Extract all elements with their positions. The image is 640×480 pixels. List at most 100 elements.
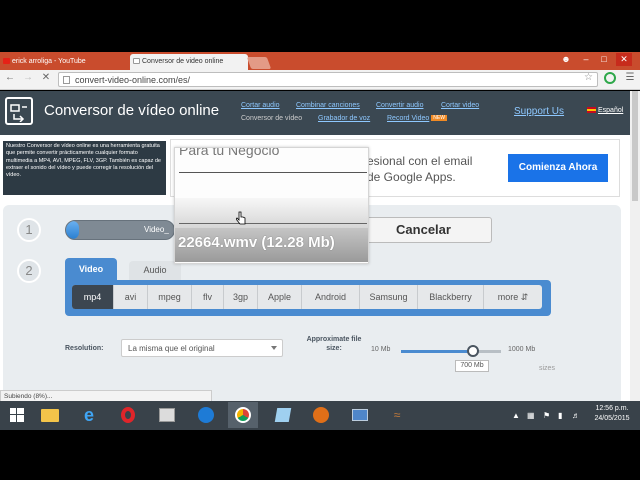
chevron-down-icon: [271, 346, 277, 350]
size-max-label: 1000 Mb: [508, 346, 536, 353]
nav-record-video[interactable]: Record Video NEW: [387, 115, 447, 122]
tab-label: Conversor de video online: [142, 58, 224, 65]
minimize-icon[interactable]: –: [578, 53, 594, 66]
uploaded-filename: 22664.wmv (12.28 Mb): [178, 234, 335, 251]
show-hidden-icons-icon[interactable]: ▲: [512, 411, 520, 420]
format-mp4[interactable]: mp4: [72, 285, 114, 309]
site-logo-icon[interactable]: [5, 97, 33, 125]
nav-convertir-audio[interactable]: Convertir audio: [376, 102, 423, 109]
chrome-icon[interactable]: [228, 402, 258, 428]
page-icon: [63, 76, 70, 84]
comienza-ahora-button[interactable]: Comienza Ahora: [508, 154, 608, 182]
tab-youtube[interactable]: erick arroliga - YouTube: [0, 54, 130, 70]
cancel-button[interactable]: Cancelar: [355, 217, 492, 243]
sizes-hint: sizes: [539, 365, 555, 372]
updown-icon: ⇵: [520, 292, 529, 302]
format-3gp[interactable]: 3gp: [224, 285, 258, 309]
clock-date: 24/05/2015: [594, 415, 630, 422]
site-header: Conversor de vídeo online Cortar audio C…: [0, 91, 630, 135]
new-badge: NEW: [431, 115, 447, 122]
popup-divider: [179, 172, 367, 173]
network-icon[interactable]: ▦: [527, 411, 535, 420]
mouse-cursor-icon: [236, 211, 246, 225]
youtube-icon: [3, 58, 10, 64]
menu-icon[interactable]: ☰: [624, 72, 636, 83]
taskbar-clock[interactable]: 12:56 p.m. 24/05/2015: [588, 404, 636, 424]
app-icon[interactable]: [152, 402, 182, 428]
teamviewer-icon[interactable]: [191, 402, 221, 428]
language-label: Español: [598, 107, 624, 114]
close-icon[interactable]: ✕: [616, 53, 632, 66]
site-description: Nuestro Conversor de vídeo online es una…: [3, 141, 166, 195]
address-bar[interactable]: convert-video-online.com/es/: [58, 72, 598, 87]
site-title: Conversor de vídeo online: [44, 102, 220, 119]
resolution-select[interactable]: La misma que el original: [121, 339, 283, 357]
back-icon[interactable]: ←: [4, 72, 16, 83]
filename-popup: Para tu Negocio 22664.wmv (12.28 Mb): [174, 147, 369, 264]
upload-progress-fill: [66, 221, 79, 239]
stop-icon[interactable]: ✕: [40, 72, 52, 83]
popup-ghost-text: Para tu Negocio: [179, 147, 280, 158]
format-android[interactable]: Android: [302, 285, 360, 309]
format-more[interactable]: more ⇵: [484, 285, 542, 309]
nav-cortar-video[interactable]: Cortar video: [441, 102, 479, 109]
tab-label: erick arroliga - YouTube: [12, 58, 86, 65]
nav-record-video-label: Record Video: [387, 115, 430, 122]
ad-line2: de Google Apps.: [367, 170, 456, 184]
format-more-label: more: [497, 292, 519, 302]
volume-icon[interactable]: ♬: [572, 411, 580, 420]
person-icon[interactable]: ☻: [558, 53, 574, 66]
size-min-label: 10 Mb: [371, 346, 391, 353]
popup-divider: [179, 223, 367, 224]
format-list: mp4 avi mpeg flv 3gp Apple Android Samsu…: [72, 285, 542, 309]
file-size-label: Approximate file size:: [306, 336, 362, 352]
file-explorer-icon[interactable]: [35, 402, 65, 428]
notepad-icon[interactable]: [268, 402, 298, 428]
nav-cortar-audio[interactable]: Cortar audio: [241, 102, 280, 109]
windows-start-icon[interactable]: [2, 402, 32, 428]
internet-explorer-icon[interactable]: e: [74, 402, 104, 428]
upload-progress-label: Video_: [144, 225, 169, 234]
address-url: convert-video-online.com/es/: [75, 75, 191, 85]
taskbar-app-icon[interactable]: ≈: [382, 402, 412, 428]
format-flv[interactable]: flv: [192, 285, 224, 309]
upload-progress-bar: Video_: [65, 220, 175, 240]
page-scrollbar[interactable]: [630, 91, 640, 401]
resolution-label: Resolution:: [65, 345, 104, 352]
nav-conversor-video[interactable]: Conversor de vídeo: [241, 115, 302, 122]
clock-time: 12:56 p.m.: [595, 405, 629, 412]
step-1-number: 1: [17, 218, 41, 242]
nav-combinar-canciones[interactable]: Combinar canciones: [296, 102, 360, 109]
format-samsung[interactable]: Samsung: [360, 285, 418, 309]
new-tab-button[interactable]: [246, 57, 272, 69]
scrollbar-thumb[interactable]: [632, 91, 638, 201]
format-blackberry[interactable]: Blackberry: [418, 285, 484, 309]
size-slider-handle[interactable]: [467, 345, 479, 357]
screen: erick arroliga - YouTube Conversor de vi…: [0, 0, 640, 480]
remote-desktop-icon[interactable]: [345, 402, 375, 428]
opera-icon[interactable]: [113, 402, 143, 428]
format-mpeg[interactable]: mpeg: [148, 285, 192, 309]
maximize-icon[interactable]: □: [596, 53, 612, 66]
tab-video[interactable]: Video: [65, 258, 117, 280]
support-us-link[interactable]: Support Us: [514, 106, 564, 117]
tab-conversor[interactable]: Conversor de video online: [130, 54, 248, 70]
battery-icon[interactable]: ▮: [558, 411, 562, 420]
format-avi[interactable]: avi: [114, 285, 148, 309]
step-2-number: 2: [17, 259, 41, 283]
format-panel: Video Audio mp4 avi mpeg flv 3gp Apple A…: [65, 258, 551, 318]
media-app-icon[interactable]: [306, 402, 336, 428]
language-selector[interactable]: Español: [587, 107, 623, 114]
nav-grabador-voz[interactable]: Grabador de voz: [318, 115, 370, 122]
action-center-icon[interactable]: ⚑: [543, 411, 550, 420]
size-slider-fill: [401, 350, 471, 353]
bookmark-star-icon[interactable]: ☆: [584, 72, 593, 83]
size-value-tooltip: 700 Mb: [455, 360, 489, 372]
forward-icon[interactable]: →: [22, 72, 34, 83]
ad-line1: esional con el email: [367, 154, 473, 168]
page-icon: [133, 58, 140, 64]
extension-icon[interactable]: [604, 72, 616, 84]
resolution-value: La misma que el original: [128, 344, 215, 353]
format-apple[interactable]: Apple: [258, 285, 302, 309]
spain-flag-icon: [587, 107, 596, 114]
